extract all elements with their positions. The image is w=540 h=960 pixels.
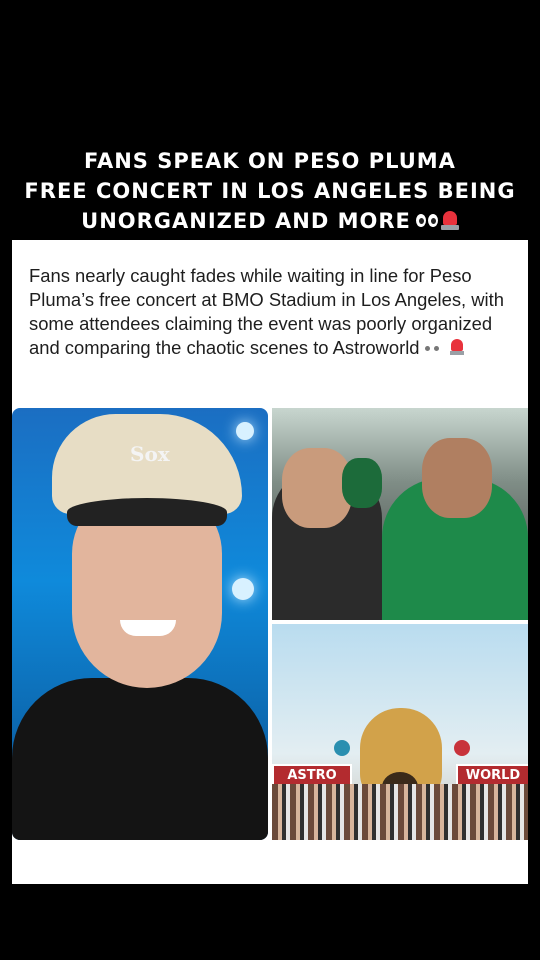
headline-line-2: FREE CONCERT IN LOS ANGELES BEING (24, 179, 516, 203)
astroworld-photo: ASTRO WORLD (272, 624, 528, 840)
headline: FANS SPEAK ON PESO PLUMA FREE CONCERT IN… (0, 146, 540, 236)
article-body: Fans nearly caught fades while waiting i… (29, 264, 519, 360)
eyes-icon (415, 211, 441, 229)
eyes-icon (422, 342, 444, 354)
post-card: Fans nearly caught fades while waiting i… (12, 240, 528, 884)
siren-icon (440, 209, 459, 231)
headline-line-1: FANS SPEAK ON PESO PLUMA (84, 149, 456, 173)
headline-line-3-wrap: UNORGANIZED AND MORE (0, 206, 540, 236)
fans-argument-photo (272, 408, 528, 620)
cap-logo: Sox (130, 442, 170, 466)
siren-icon (449, 338, 464, 356)
peso-pluma-photo: Sox (12, 408, 268, 840)
headline-line-3: UNORGANIZED AND MORE (81, 209, 411, 233)
